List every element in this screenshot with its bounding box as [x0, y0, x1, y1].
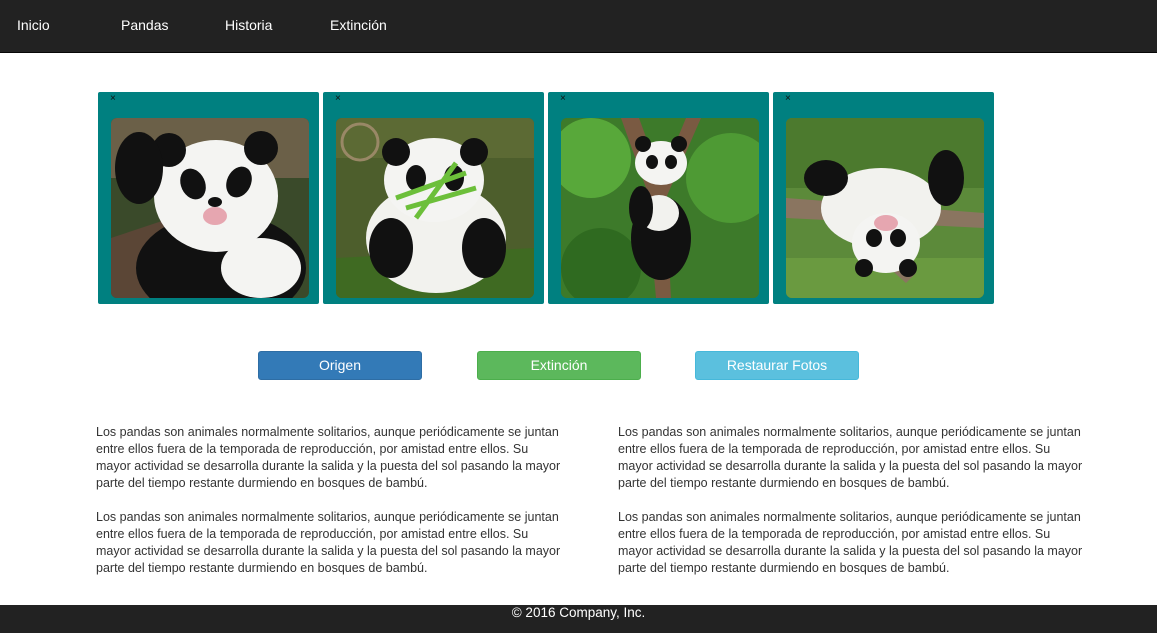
paragraph: Los pandas son animales normalmente soli…	[618, 510, 1083, 575]
footer: © 2016 Company, Inc.	[0, 605, 1157, 633]
panda-photo-tree	[561, 118, 759, 298]
panda-photo-bamboo	[336, 118, 534, 298]
panda-photo-waving	[111, 118, 309, 298]
nav-item-pandas[interactable]: Pandas	[121, 17, 168, 33]
nav-item-historia[interactable]: Historia	[225, 17, 272, 33]
close-icon[interactable]: ×	[560, 92, 566, 106]
copyright-text: © 2016 Company, Inc.	[511, 605, 646, 620]
restaurar-fotos-button[interactable]: Restaurar Fotos	[695, 351, 859, 380]
photo-card-2: ×	[323, 92, 544, 304]
paragraph: Los pandas son animales normalmente soli…	[618, 425, 1083, 490]
close-icon[interactable]: ×	[785, 92, 791, 106]
panda-photo-branch	[786, 118, 984, 298]
nav-item-inicio[interactable]: Inicio	[17, 17, 50, 33]
photo-card-3: ×	[548, 92, 769, 304]
nav-item-extincion[interactable]: Extinción	[330, 17, 387, 33]
content-right-column: Los pandas son animales normalmente soli…	[618, 424, 1088, 594]
close-icon[interactable]: ×	[335, 92, 341, 106]
photo-card-4: ×	[773, 92, 994, 304]
paragraph: Los pandas son animales normalmente soli…	[96, 425, 561, 490]
paragraph: Los pandas son animales normalmente soli…	[96, 510, 561, 575]
navbar: Inicio Pandas Historia Extinción	[0, 0, 1157, 53]
close-icon[interactable]: ×	[110, 92, 116, 106]
extincion-button[interactable]: Extinción	[477, 351, 641, 380]
photo-card-1: ×	[98, 92, 319, 304]
content-left-column: Los pandas son animales normalmente soli…	[96, 424, 561, 594]
origen-button[interactable]: Origen	[258, 351, 422, 380]
